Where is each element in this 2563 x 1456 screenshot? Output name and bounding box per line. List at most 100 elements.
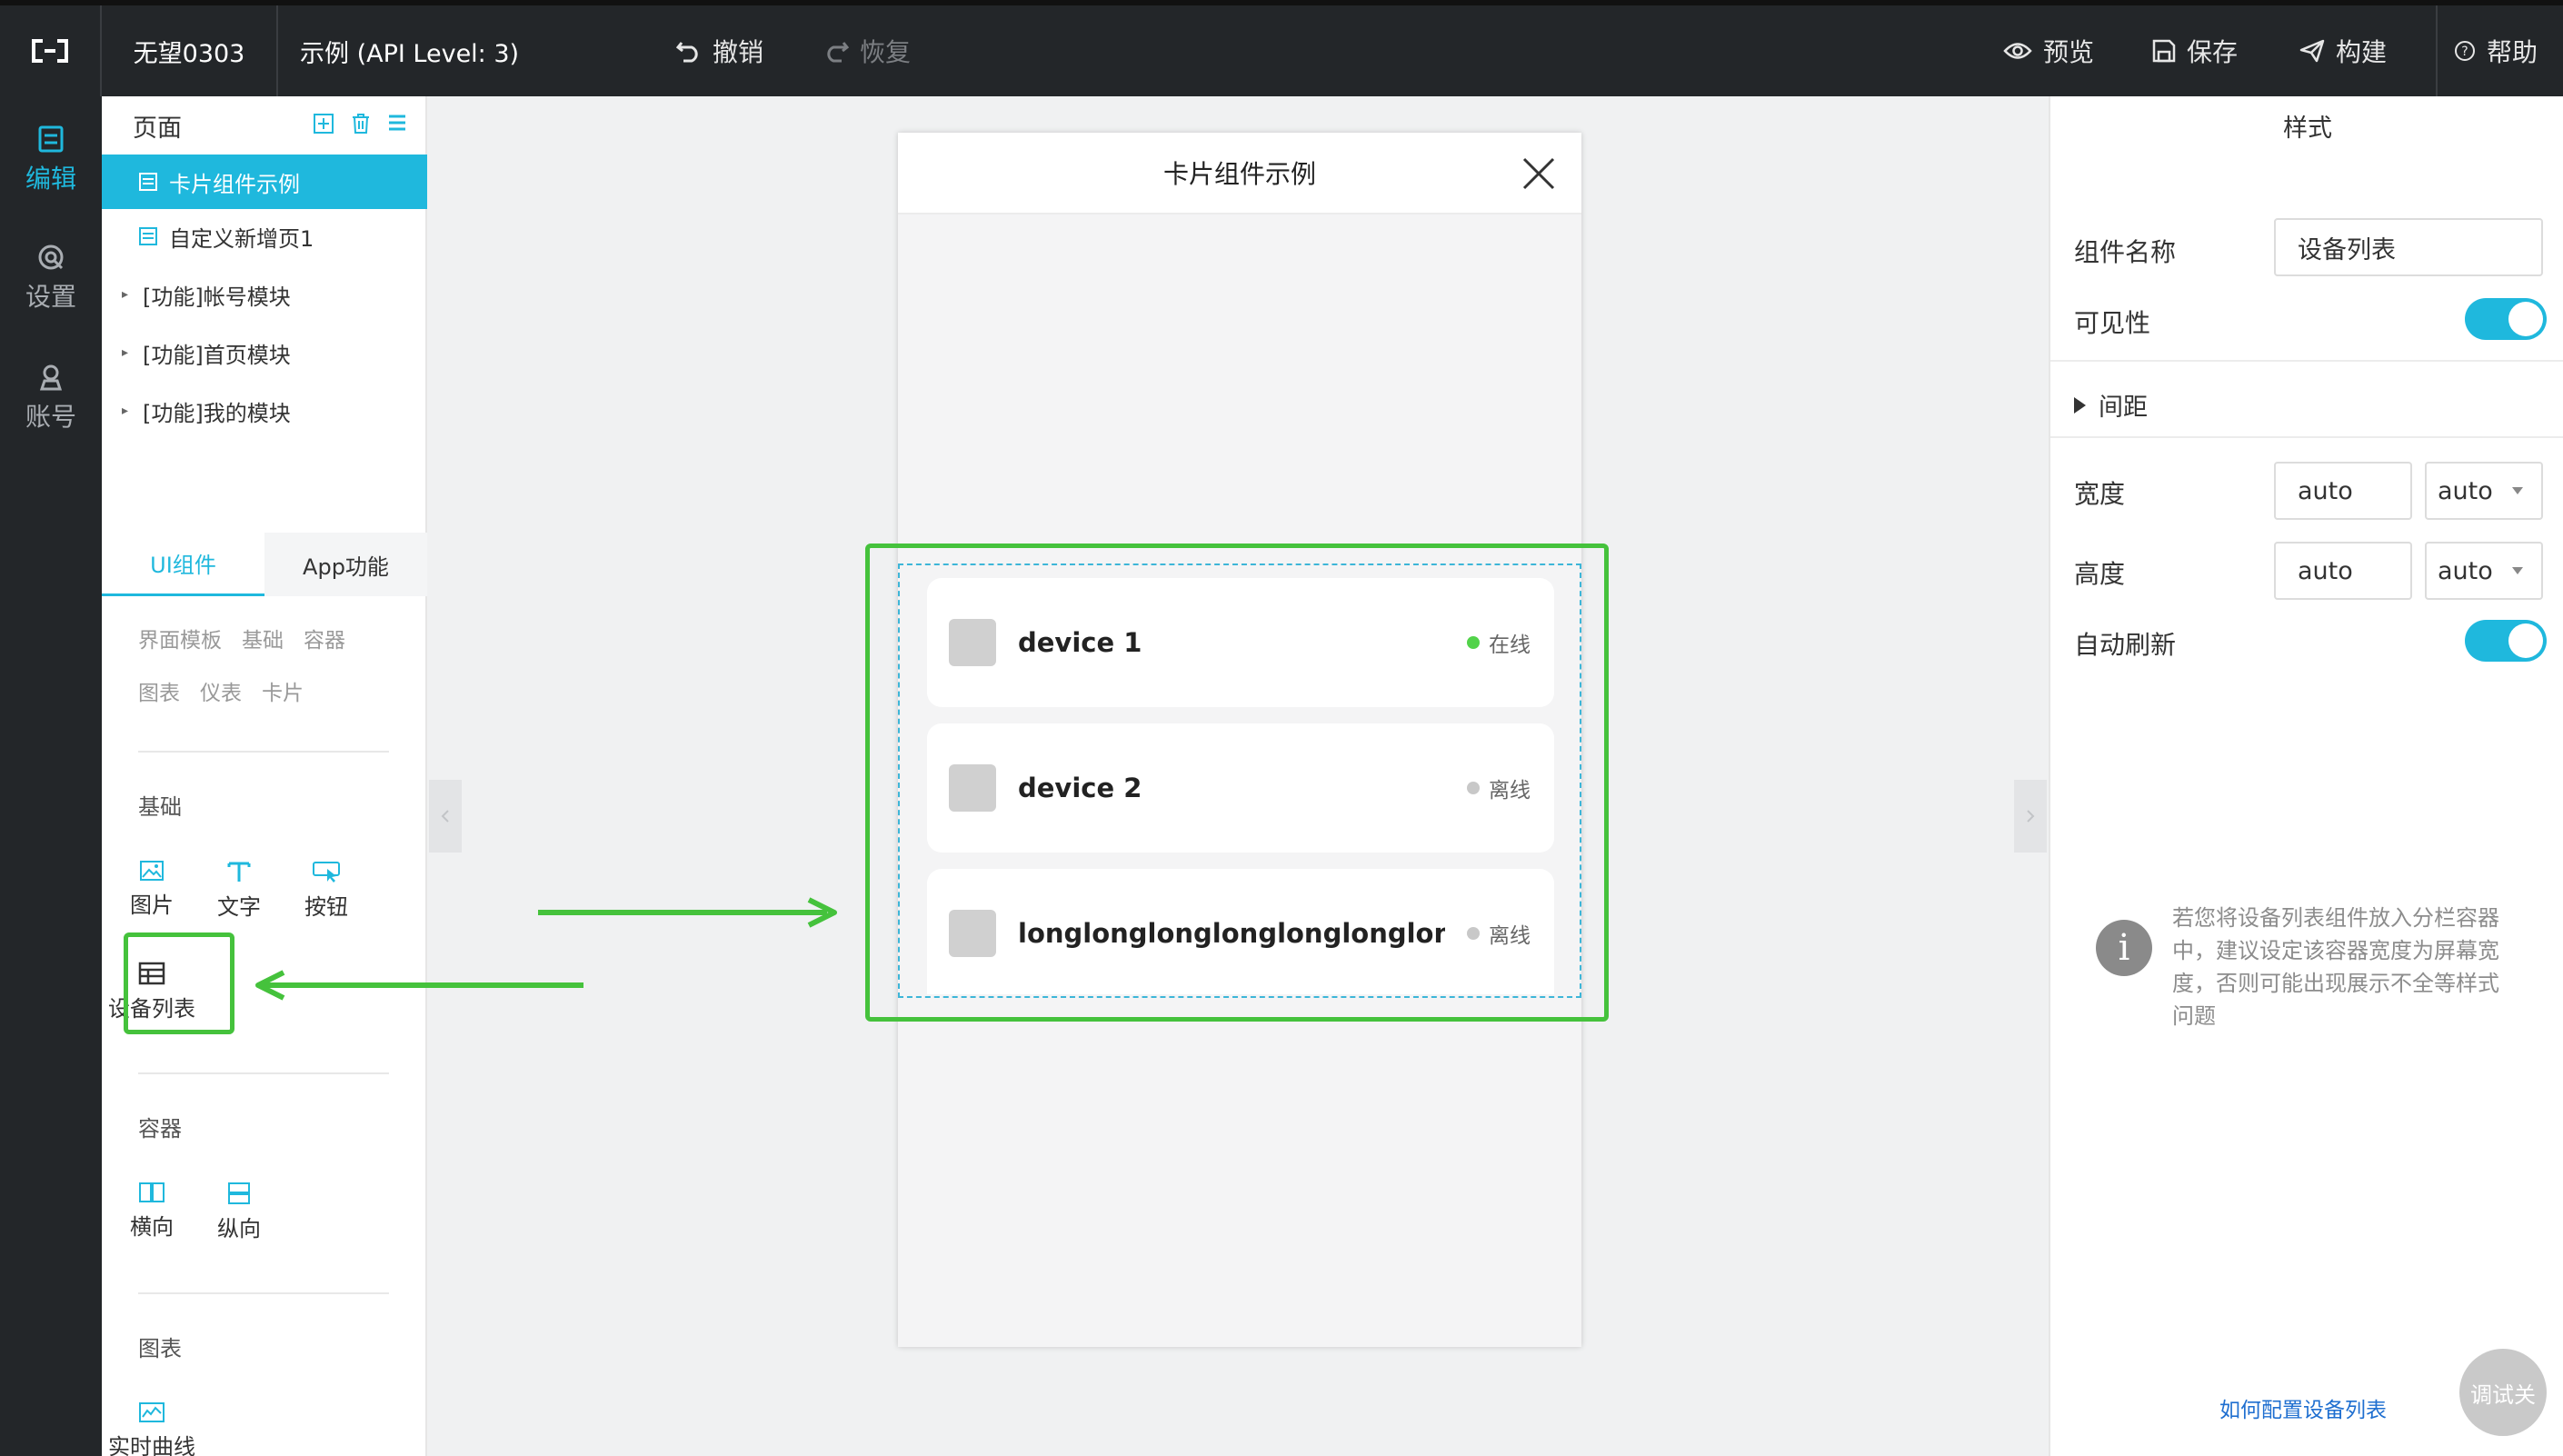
collapse-right-handle[interactable] (2014, 780, 2047, 853)
width-unit-value: auto (2438, 476, 2493, 505)
top-bar: 无望0303 示例 (API Level: 3) 撤销 恢复 预览 保存 构建 … (0, 0, 2563, 96)
close-icon[interactable] (1521, 156, 1556, 191)
component-name-input[interactable]: 设备列表 (2274, 218, 2543, 276)
image-icon (140, 861, 164, 881)
toggle-knob (2508, 302, 2543, 336)
line-chart-icon (139, 1402, 165, 1422)
pages-toolbar (313, 113, 407, 135)
undo-button[interactable]: 撤销 (676, 5, 763, 96)
component-label: 横向 (130, 1214, 174, 1240)
save-icon (2152, 39, 2176, 63)
component-name-label: 组件名称 (2074, 237, 2177, 267)
build-button[interactable]: 构建 (2299, 5, 2387, 96)
width-unit-select[interactable]: auto (2425, 462, 2543, 520)
delete-page-icon[interactable] (351, 113, 371, 135)
properties-title: 样式 (2283, 114, 2332, 143)
category-link[interactable]: 卡片 (262, 682, 304, 705)
eye-icon (2003, 43, 2032, 59)
debug-toggle-button[interactable]: 调试关 (2459, 1349, 2547, 1436)
nav-edit-label: 编辑 (25, 164, 76, 194)
preview-label: 预览 (2043, 37, 2095, 67)
component-tabs: UI组件 App功能 (102, 533, 427, 596)
logo[interactable] (0, 5, 102, 96)
component-label: 文字 (217, 894, 261, 920)
height-input[interactable]: auto (2274, 542, 2412, 600)
help-button[interactable]: ? 帮助 (2454, 5, 2538, 96)
component-button[interactable]: 按钮 (285, 860, 367, 921)
nav-edit[interactable]: 编辑 (0, 105, 102, 214)
add-page-icon[interactable] (313, 113, 334, 135)
chevron-down-icon (2512, 487, 2523, 494)
page-item[interactable]: 卡片组件示例 (102, 155, 427, 209)
phone-title: 卡片组件示例 (1162, 159, 1316, 189)
menu-icon[interactable] (387, 113, 407, 133)
help-label: 帮助 (2487, 37, 2538, 67)
highlight-box-device-list (865, 544, 1609, 1022)
category-filter: 界面模板 基础 容器 图表 仪表 卡片 (138, 614, 402, 720)
info-notice: i 若您将设备列表组件放入分栏容器中，建议设定该容器宽度为屏幕宽度，否则可能出现… (2096, 902, 2518, 1032)
section-title-chart: 图表 (138, 1336, 182, 1361)
redo-label: 恢复 (860, 37, 912, 67)
width-label: 宽度 (2074, 479, 2126, 509)
save-button[interactable]: 保存 (2152, 5, 2238, 96)
send-icon (2299, 39, 2325, 63)
component-horizontal[interactable]: 横向 (111, 1182, 193, 1241)
highlight-box-component (124, 932, 234, 1034)
redo-button[interactable]: 恢复 (823, 5, 911, 96)
category-link[interactable]: 基础 (242, 629, 284, 653)
component-realtime-curve[interactable]: 实时曲线 (108, 1401, 195, 1456)
phone-header: 卡片组件示例 (898, 133, 1581, 214)
spacing-section-toggle[interactable]: 间距 (2074, 387, 2148, 423)
info-icon: i (2096, 920, 2152, 976)
nav-account[interactable]: 账号 (0, 344, 102, 453)
collapse-left-handle[interactable] (429, 780, 462, 853)
section-title-basic: 基础 (138, 794, 182, 820)
visibility-toggle[interactable] (2465, 298, 2547, 340)
page-icon (139, 173, 157, 191)
category-link[interactable]: 仪表 (200, 682, 242, 705)
page-group[interactable]: ▸ [功能]首页模块 (102, 325, 427, 380)
nav-settings[interactable]: 设置 (0, 224, 102, 333)
spacing-label: 间距 (2099, 394, 2148, 422)
text-icon (227, 862, 251, 882)
category-link[interactable]: 容器 (304, 629, 345, 653)
divider (138, 1292, 389, 1294)
component-image[interactable]: 图片 (111, 860, 193, 919)
divider (2050, 360, 2563, 362)
height-unit-value: auto (2438, 556, 2493, 585)
page-group[interactable]: ▸ [功能]帐号模块 (102, 267, 427, 322)
width-input[interactable]: auto (2274, 462, 2412, 520)
height-label: 高度 (2074, 559, 2126, 589)
tab-app-features[interactable]: App功能 (264, 533, 427, 596)
height-unit-select[interactable]: auto (2425, 542, 2543, 600)
save-label: 保存 (2187, 37, 2239, 67)
category-link[interactable]: 界面模板 (138, 629, 222, 653)
component-label: 图片 (130, 893, 174, 918)
page-group-label: [功能]帐号模块 (143, 284, 291, 310)
component-vertical[interactable]: 纵向 (198, 1182, 280, 1242)
project-name[interactable]: 无望0303 (102, 5, 278, 96)
auto-refresh-label: 自动刷新 (2074, 630, 2177, 660)
help-link[interactable]: 如何配置设备列表 (2219, 1392, 2387, 1423)
page-panel: 页面 卡片组件示例 自定义新增页1 ▸ [功能]帐号模块 ▸ [功能]首页模块 … (102, 96, 427, 1456)
category-link[interactable]: 图表 (138, 682, 180, 705)
preview-button[interactable]: 预览 (2003, 5, 2094, 96)
edit-icon (38, 125, 64, 153)
divider (138, 1072, 389, 1074)
caret-right-icon: ▸ (122, 287, 129, 302)
component-text[interactable]: 文字 (198, 860, 280, 921)
auto-refresh-toggle[interactable] (2465, 620, 2547, 662)
chevron-right-icon (2027, 810, 2035, 823)
properties-panel: 样式 组件名称 设备列表 可见性 间距 宽度 auto auto 高度 auto… (2049, 96, 2563, 1456)
svg-text:?: ? (2461, 45, 2468, 59)
tab-ui-components[interactable]: UI组件 (102, 533, 264, 596)
page-group[interactable]: ▸ [功能]我的模块 (102, 384, 427, 438)
page-icon (139, 227, 157, 245)
nav-settings-label: 设置 (25, 282, 76, 312)
app-title: 示例 (API Level: 3) (300, 39, 520, 68)
divider (2050, 436, 2563, 438)
caret-right-icon: ▸ (122, 345, 129, 360)
topbar-divider (2436, 5, 2438, 96)
divider (138, 751, 389, 753)
page-item[interactable]: 自定义新增页1 (102, 209, 427, 264)
